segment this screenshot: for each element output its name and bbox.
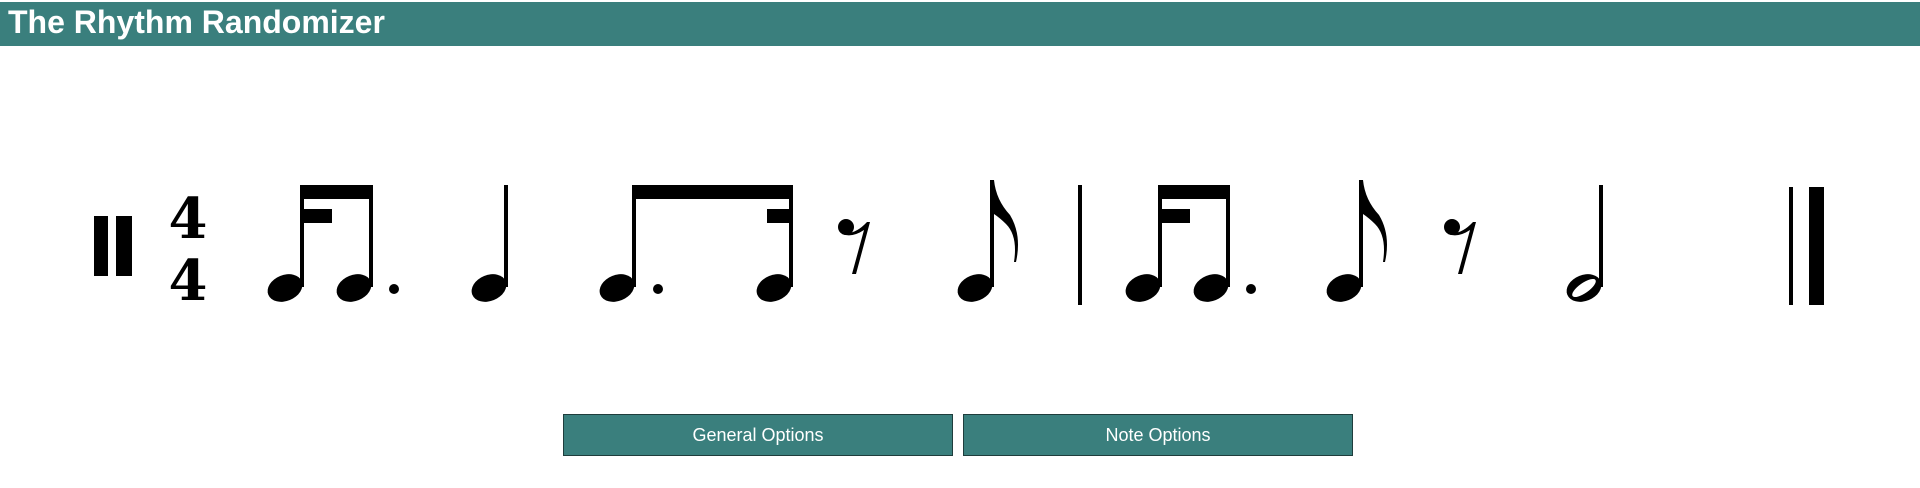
start-barline <box>94 216 132 276</box>
eighth-note-2 <box>1326 180 1387 302</box>
note-group-sixteenth-dotted-eighth-1 <box>267 185 399 302</box>
time-signature-numerator: 4 <box>169 186 208 252</box>
rhythm-notation: 4 4 <box>94 180 1824 314</box>
barline <box>1078 185 1082 305</box>
final-barline <box>1789 187 1824 305</box>
eighth-rest-2 <box>1444 219 1476 274</box>
general-options-button[interactable]: General Options <box>563 414 953 456</box>
note-group-sixteenth-dotted-eighth-2 <box>1125 185 1256 302</box>
eighth-rest-1 <box>838 219 870 274</box>
note-options-button[interactable]: Note Options <box>963 414 1353 456</box>
app-header: The Rhythm Randomizer <box>0 0 1920 46</box>
options-toolbar: General Options Note Options <box>563 414 1353 456</box>
half-note <box>1566 185 1603 302</box>
time-signature: 4 4 <box>169 186 208 314</box>
eighth-note-1 <box>957 180 1018 302</box>
time-signature-denominator: 4 <box>169 248 208 314</box>
note-group-dotted-eighth-sixteenth-1 <box>599 185 793 302</box>
app-title: The Rhythm Randomizer <box>8 4 385 40</box>
quarter-note-1 <box>471 185 508 302</box>
